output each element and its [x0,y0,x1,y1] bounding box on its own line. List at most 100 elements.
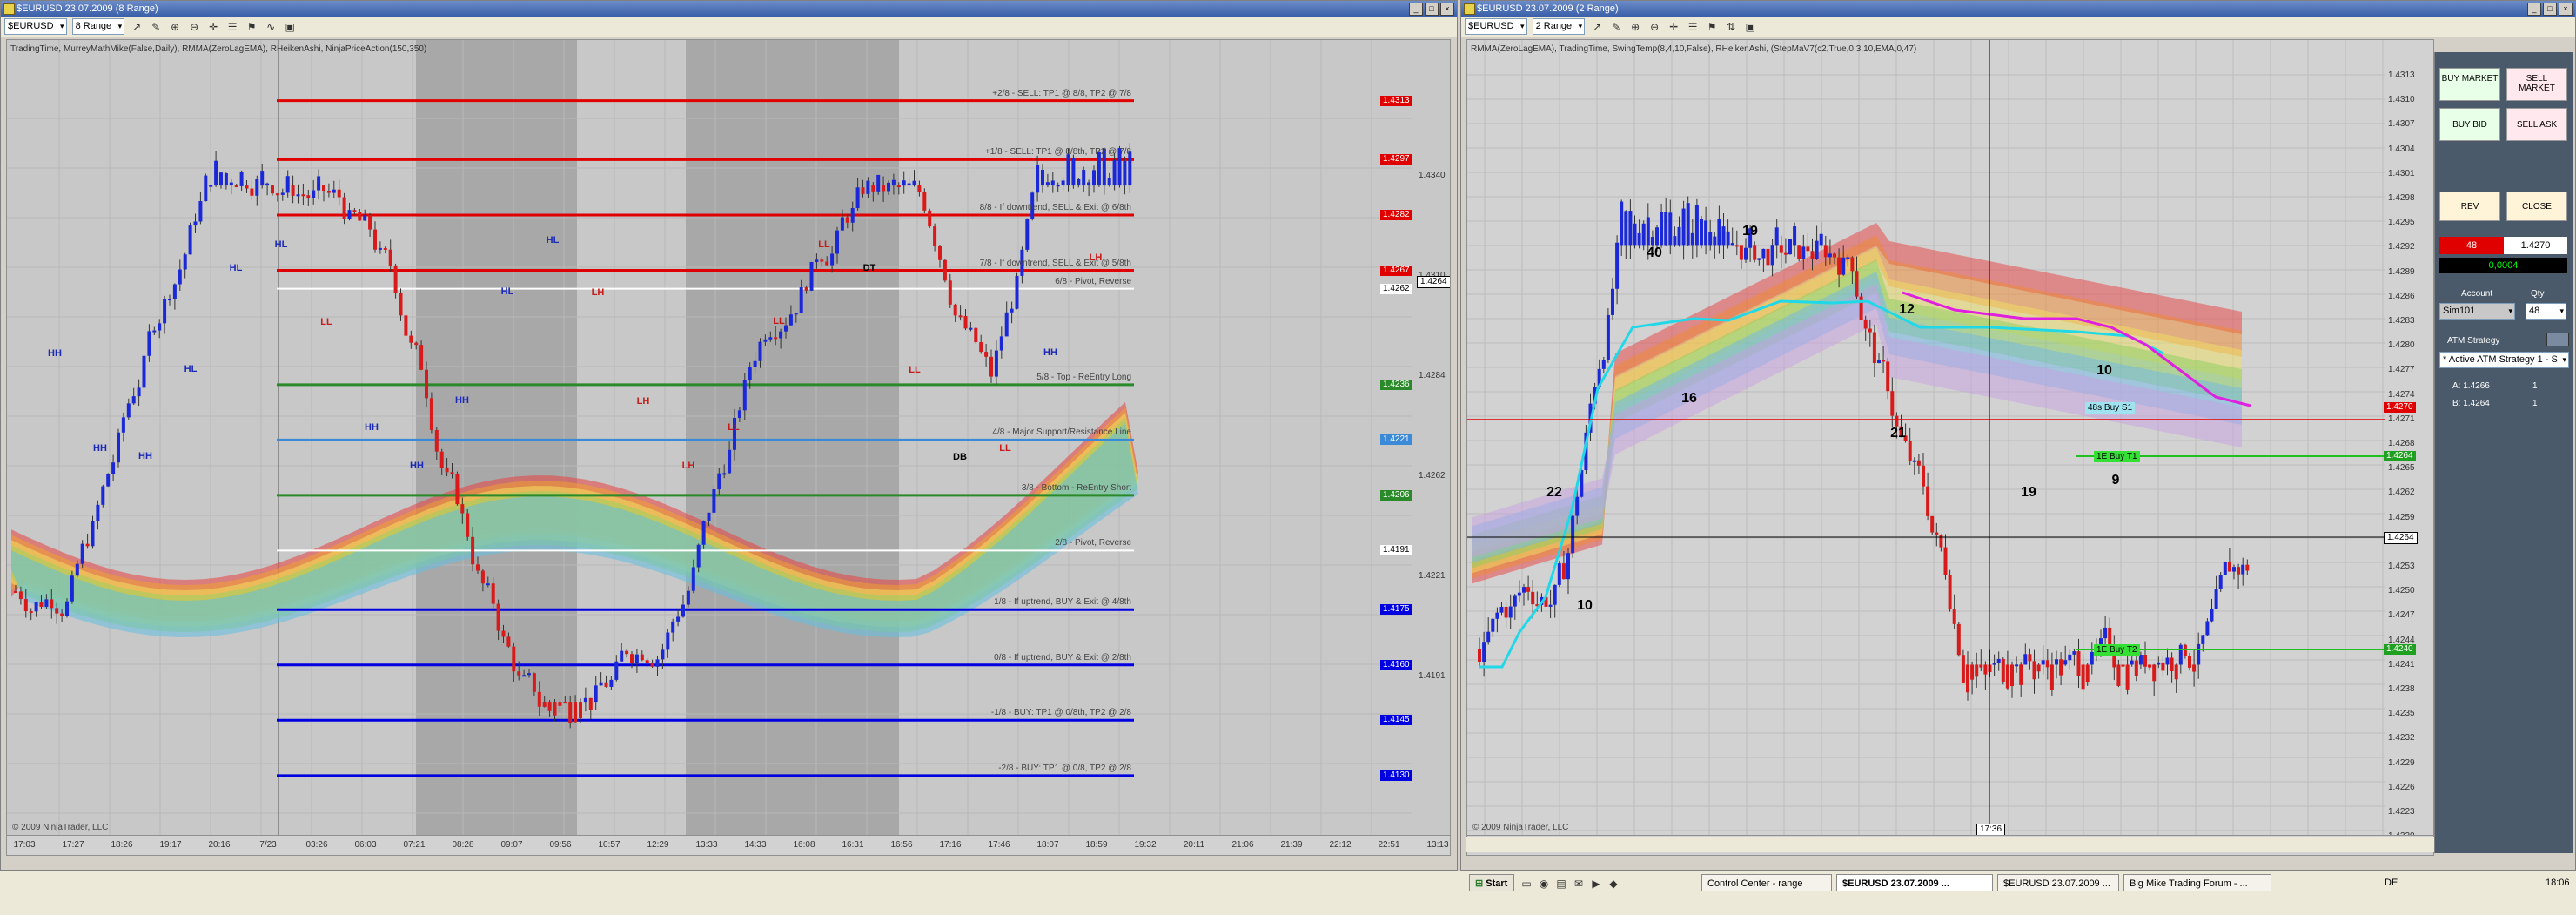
account-select[interactable]: Sim101 [2439,303,2515,320]
start-button[interactable]: ⊞ Start [1469,874,1514,891]
right-price-chart[interactable]: RMMA(ZeroLagEMA), TradingTime, SwingTemp… [1466,39,2434,856]
candle-body [2214,589,2218,609]
target1-order-label[interactable]: 1E Buy T1 [2094,451,2140,462]
atm-edit-icon[interactable] [2546,333,2569,346]
instrument-select[interactable]: $EURUSD [1465,18,1527,35]
candle-body [491,583,495,604]
candle-body [588,697,593,710]
properties-icon[interactable]: ☰ [1686,20,1700,34]
strategy-icon[interactable]: ⚑ [245,20,258,34]
app-icon[interactable]: ◆ [1607,877,1620,891]
sell-market-button[interactable]: SELL MARKET [2506,68,2567,101]
candle-body [712,489,716,513]
right-price-axis-tick: 1.4289 [2388,266,2415,277]
candle-body [1668,212,1673,246]
right-price-axis-tick: 1.4247 [2388,610,2415,621]
candle-body [214,160,218,186]
left-time-tick: 20:11 [1183,840,1205,850]
browser-icon[interactable]: ◉ [1537,877,1551,891]
language-indicator[interactable]: DE [2385,878,2398,888]
period-select[interactable]: 2 Range [1532,18,1586,35]
pencil-icon[interactable]: ✎ [1609,20,1623,34]
period-select[interactable]: 8 Range [71,18,125,35]
zoom-out-icon[interactable]: ⊖ [1647,20,1661,34]
candle-body [60,613,64,616]
position-row: 48 1.4270 [2439,237,2567,254]
ninjatrader-icon [3,3,15,15]
stop-order-label[interactable]: 48s Buy S1 [2085,402,2136,414]
murrey-price-tag: 1.4130 [1380,770,1412,781]
candle-body [419,345,424,370]
buy-market-button[interactable]: BUY MARKET [2439,68,2500,101]
candle-body [85,543,90,547]
candle-body [1690,232,1694,246]
candle-body [887,182,890,192]
right-title-bar[interactable]: $EURUSD 23.07.2009 (2 Range) _ □ × [1461,1,2575,17]
candle-body [80,543,84,564]
candle-body [1482,642,1486,662]
taskbar-control-center[interactable]: Control Center - range [1701,874,1832,891]
candle-body [794,313,798,315]
minimize-icon[interactable]: _ [1409,3,1423,16]
zoom-in-icon[interactable]: ⊕ [168,20,182,34]
line-tool-icon[interactable]: ↗ [1590,20,1604,34]
crosshair-icon[interactable]: ✛ [206,20,220,34]
candle-body [969,327,973,330]
left-price-chart[interactable]: TradingTime, MurreyMathMike(False,Daily)… [6,39,1451,856]
candle-body [1956,623,1961,656]
murrey-price-tag: 1.4145 [1380,715,1412,726]
candle-body [1045,182,1050,186]
close-icon[interactable]: × [1440,3,1454,16]
chart-trader-icon[interactable]: ⇅ [1724,20,1738,34]
close-position-button[interactable]: CLOSE [2506,192,2567,221]
left-time-tick: 08:28 [452,840,474,850]
atm-strategy-select[interactable]: * Active ATM Strategy 1 - S [2439,352,2569,368]
strategy-icon[interactable]: ⚑ [1705,20,1719,34]
data-box-icon[interactable]: ▣ [1743,20,1757,34]
horizontal-scrollbar[interactable] [1466,837,2434,852]
desktop-icon[interactable]: ▭ [1519,877,1533,891]
candle-body [1788,239,1792,255]
candle-body [1935,532,1939,535]
candle-body [1975,664,1979,677]
indicator-icon[interactable]: ∿ [264,20,278,34]
maximize-icon[interactable]: □ [1425,3,1439,16]
candle-body [2205,621,2210,636]
data-box-icon[interactable]: ▣ [283,20,297,34]
pencil-icon[interactable]: ✎ [149,20,163,34]
zoom-in-icon[interactable]: ⊕ [1628,20,1642,34]
left-title-bar[interactable]: $EURUSD 23.07.2009 (8 Range) _ □ × [1,1,1457,17]
candle-body [455,474,460,505]
candle-body [2134,660,2138,676]
line-tool-icon[interactable]: ↗ [130,20,144,34]
zoom-out-icon[interactable]: ⊖ [187,20,201,34]
explorer-icon[interactable]: ▤ [1554,877,1568,891]
murrey-level-label: -2/8 - BUY: TP1 @ 0/8, TP2 @ 2/8 [998,763,1131,773]
target2-order-label[interactable]: 1E Buy T2 [2094,644,2140,656]
close-icon[interactable]: × [2559,3,2573,16]
minimize-icon[interactable]: _ [2527,3,2541,16]
taskbar-eurusd-1[interactable]: $EURUSD 23.07.2009 ... [1836,874,1993,891]
reverse-button[interactable]: REV [2439,192,2500,221]
taskbar-bigmike-forum[interactable]: Big Mike Trading Forum - ... [2123,874,2271,891]
candle-body [2028,654,2032,662]
swing-count-label: 16 [1681,391,1697,406]
swing-count-label: 10 [2096,363,2112,378]
maximize-icon[interactable]: □ [2543,3,2557,16]
candle-body [1882,360,1886,362]
taskbar-eurusd-2[interactable]: $EURUSD 23.07.2009 ... [1997,874,2119,891]
sell-ask-button[interactable]: SELL ASK [2506,108,2567,141]
candle-body [1655,227,1659,246]
quantity-input[interactable]: 48 [2526,303,2566,320]
instrument-select[interactable]: $EURUSD [4,18,67,35]
bid-price: B: 1.4264 [2452,399,2490,408]
candle-body [117,432,120,463]
candle-body [1513,595,1517,607]
left-time-tick: 14:33 [744,840,767,850]
buy-bid-button[interactable]: BUY BID [2439,108,2500,141]
properties-icon[interactable]: ☰ [225,20,239,34]
media-icon[interactable]: ▶ [1589,877,1603,891]
crosshair-icon[interactable]: ✛ [1667,20,1680,34]
mail-icon[interactable]: ✉ [1572,877,1586,891]
swing-label: LL [728,421,740,433]
